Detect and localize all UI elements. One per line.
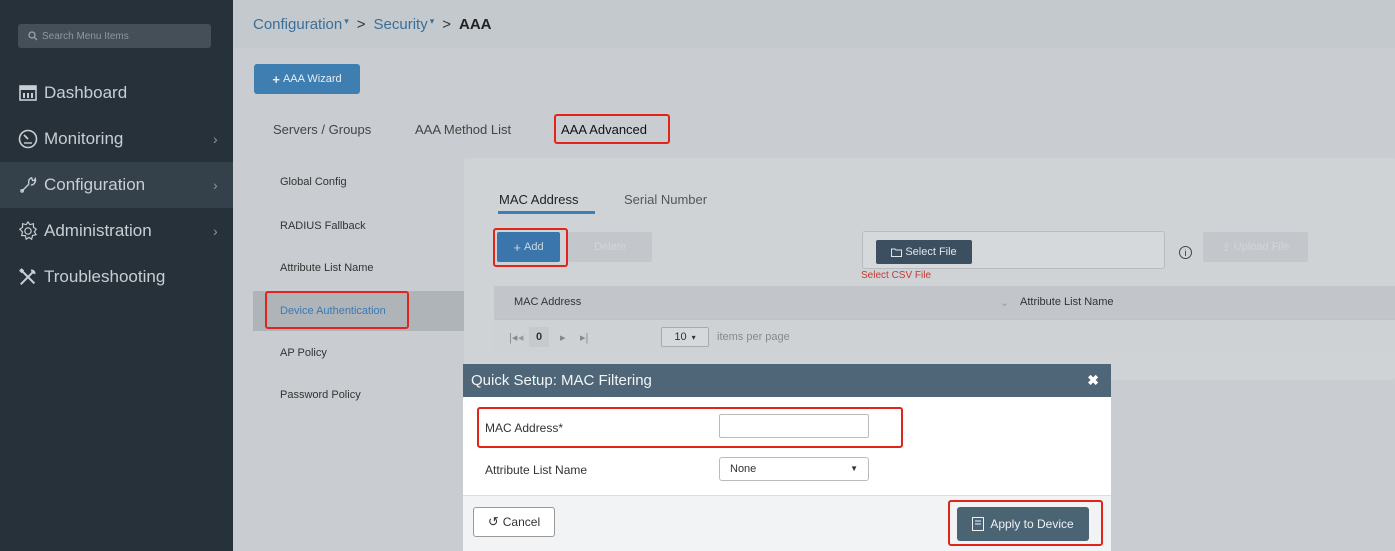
first-page-icon[interactable]: |◂ [509, 331, 517, 344]
wrench-icon [18, 175, 38, 195]
per-page-value: 10 [674, 331, 687, 343]
chevron-right-icon: › [213, 131, 218, 147]
tools-icon [18, 267, 38, 287]
aaa-wizard-label: AAA Wizard [282, 73, 342, 85]
modal-header: Quick Setup: MAC Filtering ✖ [463, 364, 1111, 397]
active-tab-indicator [498, 211, 595, 214]
highlight-box-add [493, 228, 568, 267]
attribute-list-value: None [730, 463, 757, 475]
dashboard-icon [18, 83, 38, 103]
tab-servers-groups[interactable]: Servers / Groups [273, 122, 371, 137]
sidebar-item-administration[interactable]: Administration › [0, 208, 233, 254]
search-icon [28, 31, 38, 41]
column-attribute-list-name[interactable]: Attribute List Name [1020, 296, 1114, 308]
menu-item-password-policy[interactable]: Password Policy [253, 375, 466, 415]
plus-icon: + [272, 71, 280, 87]
sidebar-item-configuration[interactable]: Configuration › [0, 162, 233, 208]
attribute-list-select[interactable]: None ▼ [719, 457, 869, 481]
chevron-right-icon: › [213, 223, 218, 239]
delete-button[interactable]: Delete [568, 232, 652, 262]
attribute-list-name-label: Attribute List Name [485, 463, 588, 477]
highlight-box-aaa-advanced [554, 114, 670, 144]
gear-icon [18, 220, 38, 241]
breadcrumb-security[interactable]: Security ▾ [374, 16, 435, 33]
menu-item-global-config[interactable]: Global Config [253, 162, 466, 202]
upload-file-button[interactable]: ⇪ Upload File [1203, 232, 1308, 262]
menu-item-attribute-list-name[interactable]: Attribute List Name [253, 248, 466, 288]
breadcrumb: Configuration ▾ > Security ▾ > AAA [233, 0, 1395, 48]
chevron-down-icon: ▾ [691, 332, 696, 342]
search-placeholder: Search Menu Items [42, 30, 129, 42]
items-per-page-label: items per page [717, 331, 790, 343]
sidebar-item-label: Dashboard [44, 83, 128, 102]
select-file-label: Select File [905, 246, 957, 258]
sidebar-item-label: Configuration [44, 175, 146, 194]
sidebar-item-monitoring[interactable]: Monitoring › [0, 116, 233, 162]
prev-page-arrow-icon[interactable]: ◂ [518, 331, 524, 344]
menu-item-ap-policy[interactable]: AP Policy [253, 333, 466, 373]
tab-aaa-method-list[interactable]: AAA Method List [415, 122, 511, 137]
cancel-label: Cancel [502, 515, 541, 529]
sort-chevron-icon[interactable]: ⌄ [1000, 296, 1009, 309]
pagination: |◂ ◂ 0 ▸ ▸| 10 ▾ items per page [494, 319, 1395, 353]
tab-mac-address[interactable]: MAC Address [499, 192, 578, 207]
app-root: Search Menu Items Dashboard Monitoring ›… [0, 0, 1395, 551]
breadcrumb-configuration[interactable]: Configuration ▾ [253, 16, 349, 33]
column-mac-address[interactable]: MAC Address [514, 296, 581, 308]
sidebar: Search Menu Items Dashboard Monitoring ›… [0, 0, 233, 551]
search-input[interactable]: Search Menu Items [18, 24, 211, 48]
sidebar-item-dashboard[interactable]: Dashboard [0, 70, 233, 116]
per-page-select[interactable]: 10 ▾ [661, 327, 709, 347]
tab-serial-number[interactable]: Serial Number [624, 192, 707, 207]
sidebar-item-label: Troubleshooting [44, 267, 166, 286]
current-page[interactable]: 0 [529, 327, 549, 347]
select-file-button[interactable]: Select File [876, 240, 972, 264]
chevron-down-icon: ▼ [850, 464, 858, 473]
last-page-icon[interactable]: ▸| [580, 331, 588, 344]
menu-item-radius-fallback[interactable]: RADIUS Fallback [253, 206, 466, 246]
highlight-box-apply [948, 500, 1103, 546]
upload-icon: ⇪ [1221, 241, 1231, 254]
breadcrumb-separator: > [442, 15, 452, 33]
close-icon[interactable]: ✖ [1087, 372, 1099, 389]
undo-icon: ↺ [487, 514, 499, 529]
sidebar-item-label: Administration [44, 221, 152, 240]
highlight-box-device-authentication [265, 291, 409, 329]
file-upload-field: Select File [862, 231, 1165, 269]
info-icon[interactable]: i [1179, 246, 1192, 259]
csv-hint: Select CSV File [861, 270, 932, 281]
highlight-box-mac-address [477, 407, 903, 448]
breadcrumb-aaa: AAA [459, 15, 492, 33]
chevron-right-icon: › [213, 177, 218, 193]
sidebar-item-troubleshooting[interactable]: Troubleshooting [0, 254, 233, 300]
modal-title: Quick Setup: MAC Filtering [471, 372, 652, 389]
device-authentication-panel: MAC Address Serial Number + Add Delete S… [464, 158, 1395, 380]
cancel-button[interactable]: ↺ Cancel [473, 507, 555, 537]
delete-label: Delete [594, 241, 626, 253]
breadcrumb-separator: > [356, 15, 366, 33]
upload-label: Upload File [1233, 241, 1290, 253]
aaa-wizard-button[interactable]: + AAA Wizard [254, 64, 360, 94]
sidebar-item-label: Monitoring [44, 129, 124, 148]
table-header: MAC Address ⌄ Attribute List Name [494, 286, 1395, 319]
monitoring-icon [18, 129, 38, 149]
next-page-icon[interactable]: ▸ [560, 331, 566, 344]
folder-icon [891, 248, 903, 257]
